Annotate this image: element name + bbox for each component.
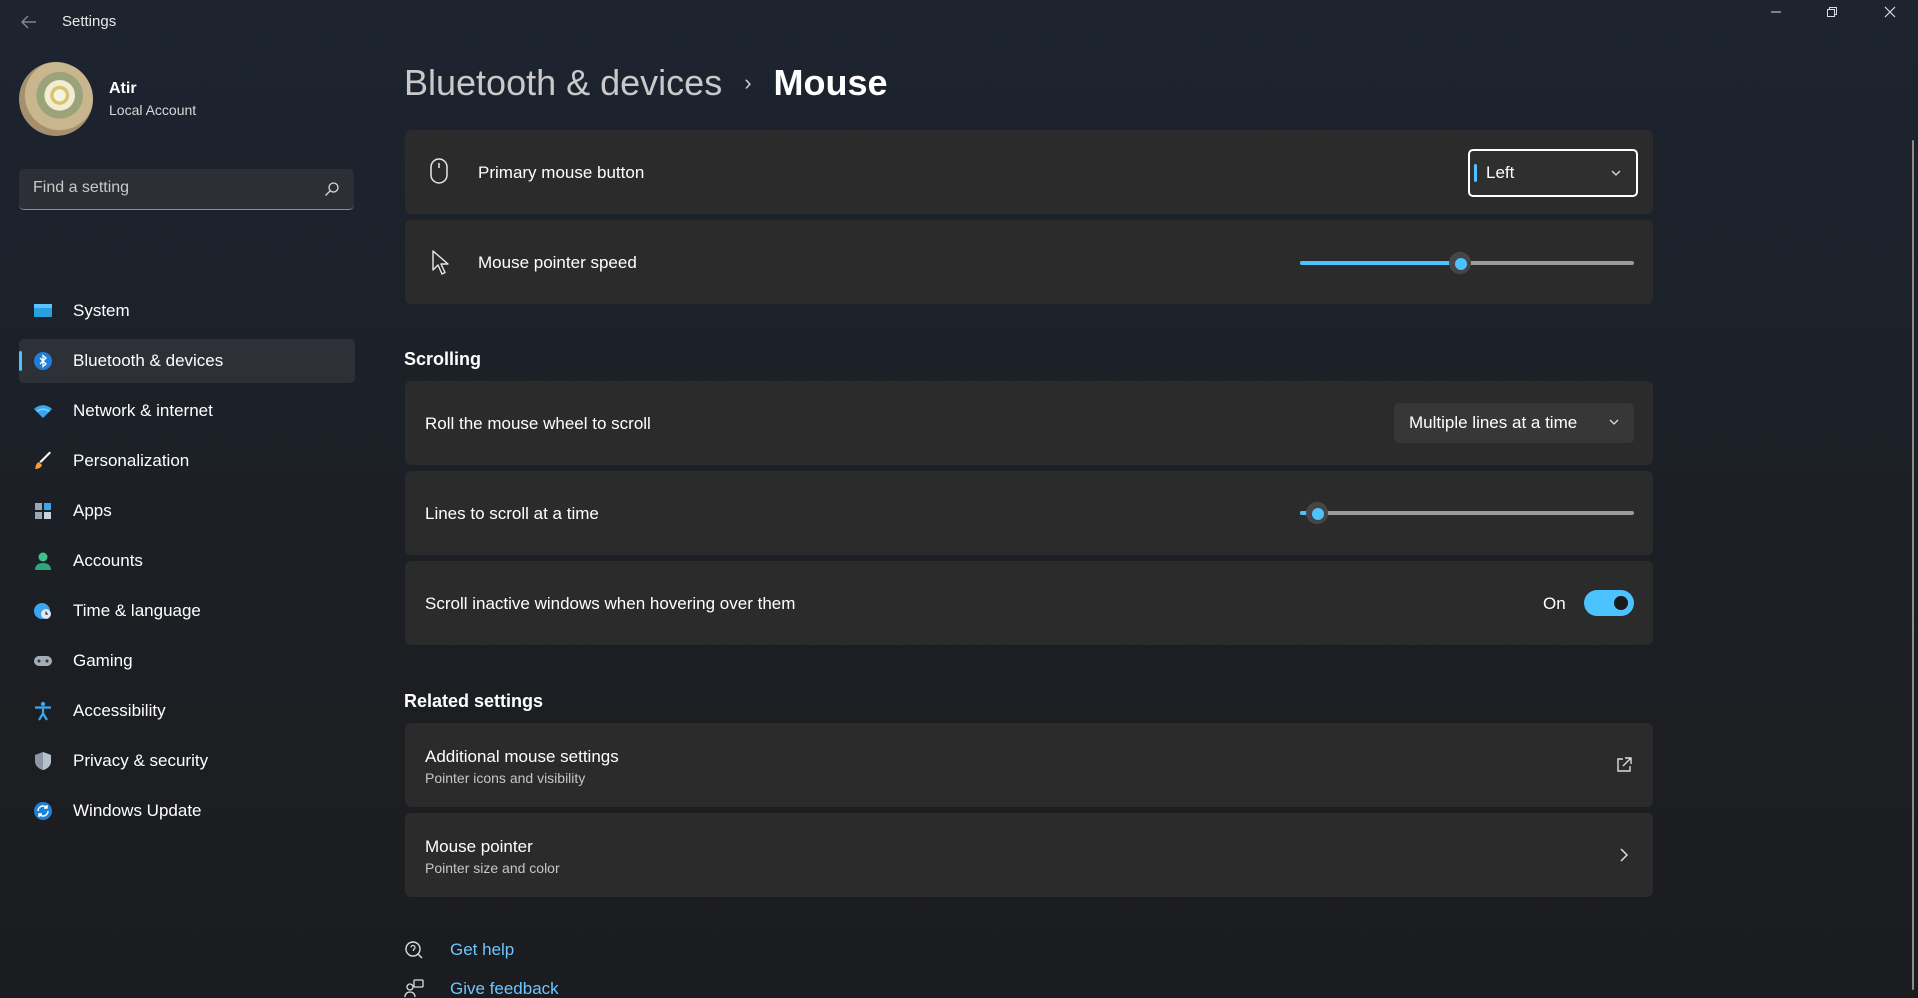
- give-feedback-link[interactable]: Give feedback: [404, 979, 559, 998]
- brush-icon: [35, 451, 51, 469]
- page-title: Mouse: [773, 62, 888, 103]
- sidebar-item-time-language[interactable]: Time & language: [19, 589, 355, 633]
- search-icon[interactable]: [324, 181, 340, 197]
- sidebar-item-label: Accounts: [73, 551, 143, 570]
- roll-wheel-card: Roll the mouse wheel to scroll Multiple …: [405, 381, 1653, 465]
- mouse-pointer-label: Mouse pointer: [425, 837, 533, 856]
- update-icon: [34, 802, 52, 820]
- feedback-icon: [404, 979, 424, 998]
- restore-icon: [1827, 7, 1837, 17]
- sidebar-item-windows-update[interactable]: Windows Update: [19, 789, 355, 833]
- mouse-pointer-card[interactable]: Mouse pointer Pointer size and color: [405, 813, 1653, 897]
- wifi-icon: [34, 405, 52, 418]
- sidebar-item-label: Personalization: [73, 451, 190, 470]
- lines-to-scroll-card: Lines to scroll at a time: [405, 471, 1653, 555]
- help-icon: [405, 941, 423, 959]
- primary-mouse-button-label: Primary mouse button: [478, 163, 645, 182]
- sidebar-nav: System Bluetooth & devices Network & int…: [19, 289, 355, 839]
- mouse-icon: [430, 158, 448, 184]
- minimize-button[interactable]: [1748, 0, 1804, 24]
- pointer-speed-fill: [1300, 261, 1461, 265]
- sidebar-item-accessibility[interactable]: Accessibility: [19, 689, 355, 733]
- sidebar-item-label: Accessibility: [73, 701, 166, 720]
- sidebar-item-system[interactable]: System: [19, 289, 355, 333]
- get-help-link[interactable]: Get help: [404, 940, 514, 960]
- primary-mouse-button-card: Primary mouse button Left: [405, 130, 1653, 214]
- sidebar-item-label: Bluetooth & devices: [73, 351, 224, 370]
- toggle-knob: [1614, 596, 1628, 610]
- system-icon: [34, 304, 52, 317]
- toggle-state-label: On: [1543, 594, 1566, 613]
- globe-clock-icon: [34, 603, 51, 619]
- mouse-pointer-sub: Pointer size and color: [425, 860, 560, 876]
- sidebar-item-label: System: [73, 301, 130, 320]
- sidebar-item-label: Apps: [73, 501, 112, 520]
- additional-mouse-settings-label: Additional mouse settings: [425, 747, 619, 766]
- sidebar-item-network[interactable]: Network & internet: [19, 389, 355, 433]
- pointer-speed-card: Mouse pointer speed: [405, 220, 1653, 304]
- roll-wheel-dropdown[interactable]: Multiple lines at a time: [1394, 403, 1634, 443]
- accessibility-icon: [35, 701, 51, 721]
- sidebar-item-gaming[interactable]: Gaming: [19, 639, 355, 683]
- scrolling-section-title: Scrolling: [404, 349, 482, 369]
- sidebar-item-apps[interactable]: Apps: [19, 489, 355, 533]
- sidebar-item-label: Gaming: [73, 651, 133, 670]
- back-button[interactable]: [14, 10, 44, 34]
- chevron-right-icon: [1620, 848, 1629, 862]
- apps-icon: [35, 503, 51, 519]
- additional-mouse-settings-sub: Pointer icons and visibility: [425, 770, 586, 786]
- scroll-inactive-toggle[interactable]: [1584, 590, 1634, 616]
- sidebar-item-accounts[interactable]: Accounts: [19, 539, 355, 583]
- scroll-inactive-label: Scroll inactive windows when hovering ov…: [425, 594, 796, 613]
- close-icon: [1884, 6, 1896, 18]
- additional-mouse-settings-card[interactable]: Additional mouse settings Pointer icons …: [405, 723, 1653, 807]
- sidebar-item-label: Network & internet: [73, 401, 213, 420]
- chevron-down-icon: [1609, 419, 1619, 425]
- shield-icon: [35, 752, 51, 770]
- scrollbar[interactable]: [1912, 140, 1914, 990]
- breadcrumb-parent[interactable]: Bluetooth & devices: [404, 62, 722, 104]
- external-link-icon: [1617, 757, 1632, 772]
- person-icon: [35, 552, 51, 570]
- search-box[interactable]: [19, 169, 354, 210]
- pointer-speed-label: Mouse pointer speed: [478, 253, 637, 272]
- search-input[interactable]: [33, 179, 313, 197]
- chevron-down-icon: [1611, 170, 1621, 176]
- sidebar-item-label: Windows Update: [73, 801, 202, 820]
- breadcrumb: Bluetooth & devices › Mouse: [404, 62, 888, 104]
- title-bar: Settings: [0, 0, 1918, 44]
- roll-wheel-label: Roll the mouse wheel to scroll: [425, 414, 651, 433]
- focus-indicator: [1474, 164, 1477, 182]
- user-profile[interactable]: Atir Local Account: [19, 62, 359, 138]
- minimize-icon: [1771, 11, 1781, 13]
- sidebar-item-label: Privacy & security: [73, 751, 209, 770]
- avatar: [19, 62, 93, 136]
- primary-mouse-button-value: Left: [1486, 163, 1515, 182]
- lines-to-scroll-track[interactable]: [1300, 511, 1634, 515]
- sidebar-item-bluetooth-devices[interactable]: Bluetooth & devices: [19, 339, 355, 383]
- pointer-speed-thumb[interactable]: [1449, 252, 1472, 274]
- profile-name: Atir: [109, 80, 137, 97]
- sidebar-item-privacy-security[interactable]: Privacy & security: [19, 739, 355, 783]
- close-button[interactable]: [1862, 0, 1918, 24]
- bluetooth-icon: [34, 352, 52, 370]
- get-help-text[interactable]: Get help: [450, 940, 514, 960]
- lines-to-scroll-thumb[interactable]: [1305, 502, 1328, 524]
- roll-wheel-value: Multiple lines at a time: [1409, 413, 1578, 432]
- back-arrow-icon: [21, 15, 36, 29]
- related-settings-title: Related settings: [404, 691, 544, 711]
- pointer-arrow-icon: [432, 250, 449, 275]
- profile-account-type: Local Account: [109, 102, 197, 118]
- sidebar-item-personalization[interactable]: Personalization: [19, 439, 355, 483]
- restore-button[interactable]: [1804, 0, 1860, 24]
- gamepad-icon: [34, 656, 52, 666]
- lines-to-scroll-label: Lines to scroll at a time: [425, 504, 599, 523]
- give-feedback-text[interactable]: Give feedback: [450, 979, 559, 998]
- sidebar-item-label: Time & language: [73, 601, 201, 620]
- scroll-inactive-card: Scroll inactive windows when hovering ov…: [405, 561, 1653, 645]
- app-title: Settings: [62, 13, 117, 30]
- breadcrumb-separator: ›: [744, 70, 752, 95]
- primary-mouse-button-dropdown[interactable]: Left: [1468, 149, 1638, 197]
